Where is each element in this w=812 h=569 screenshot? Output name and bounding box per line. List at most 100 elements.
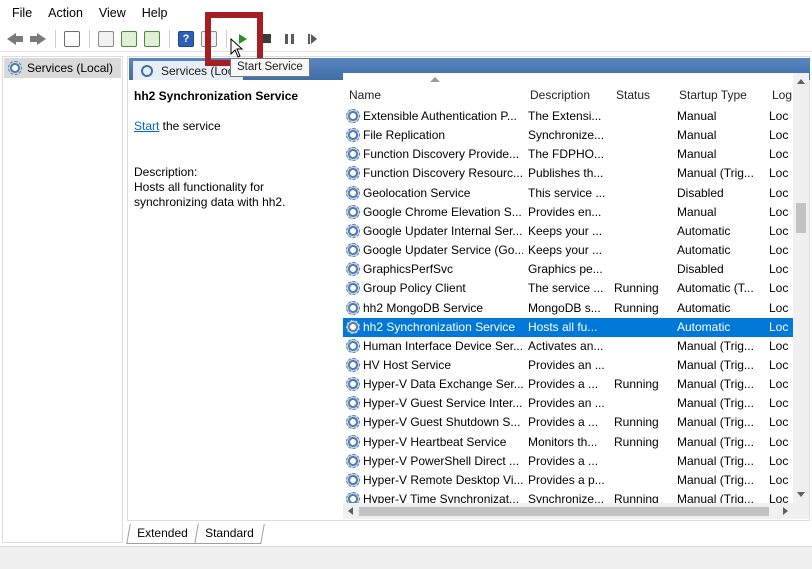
vertical-scrollbar[interactable] xyxy=(793,73,809,503)
service-name: Hyper-V Data Exchange Ser... xyxy=(363,377,523,392)
horizontal-scrollbar[interactable] xyxy=(343,503,793,519)
column-header-description[interactable]: Description xyxy=(530,88,590,102)
scroll-up-icon[interactable] xyxy=(797,79,805,84)
service-row[interactable]: Google Chrome Elevation S... Provides en.… xyxy=(343,203,793,222)
service-log-on-as: Loc xyxy=(769,185,789,200)
service-row[interactable]: Google Updater Service (Go... Keeps your … xyxy=(343,241,793,260)
service-row[interactable]: Hyper-V Remote Desktop Vi... Provides a p… xyxy=(343,471,793,490)
tree-item-services-local[interactable]: Services (Local) xyxy=(4,58,121,78)
service-row[interactable]: HV Host Service Provides an ... Manual (Tr… xyxy=(343,356,793,375)
service-row[interactable]: Geolocation Service This service ... Disab… xyxy=(343,184,793,203)
sort-ascending-icon xyxy=(430,77,440,82)
service-row[interactable]: Hyper-V Data Exchange Ser... Provides a .… xyxy=(343,375,793,394)
properties-button[interactable] xyxy=(95,28,117,50)
service-status: Running xyxy=(614,492,659,503)
service-name: Extensible Authentication P... xyxy=(363,109,517,123)
export-list-button[interactable] xyxy=(141,28,163,50)
column-header-log-on-as[interactable]: Log xyxy=(772,88,792,102)
service-startup-type: Manual (Trig... xyxy=(677,377,754,392)
start-service-line: Start the service xyxy=(134,119,330,133)
service-status: Running xyxy=(614,377,659,392)
forward-button[interactable] xyxy=(27,28,49,50)
service-gear-icon xyxy=(346,204,360,219)
service-startup-type: Manual (Trig... xyxy=(677,434,754,449)
status-bar xyxy=(0,546,812,569)
service-startup-type: Manual xyxy=(677,147,717,162)
service-row[interactable]: Function Discovery Provide... The FDPHO..… xyxy=(343,145,793,164)
service-name: Hyper-V Guest Shutdown S... xyxy=(363,415,521,430)
menu-view[interactable]: View xyxy=(91,0,134,26)
service-startup-type: Manual (Trig... xyxy=(677,472,754,487)
service-gear-icon xyxy=(346,281,360,296)
service-row[interactable]: Google Updater Internal Ser... Keeps your… xyxy=(343,222,793,241)
description-label: Description: xyxy=(134,165,198,179)
column-header-row: Name Description Status Startup Type Log xyxy=(343,73,793,103)
service-description: Provides en... xyxy=(528,204,602,219)
service-startup-type: Automatic xyxy=(677,243,731,258)
service-row[interactable]: Hyper-V Heartbeat Service Monitors th... R… xyxy=(343,433,793,452)
scroll-left-icon[interactable] xyxy=(348,507,353,515)
service-row[interactable]: File Replication Synchronize... Manual Loc xyxy=(343,126,793,145)
service-description: Graphics pe... xyxy=(528,262,603,277)
column-header-name[interactable]: Name xyxy=(349,88,381,102)
service-row[interactable]: GraphicsPerfSvc Graphics pe... Disabled Loc xyxy=(343,260,793,279)
service-name: Google Updater Service (Go... xyxy=(363,243,523,258)
menu-file[interactable]: File xyxy=(4,0,40,26)
refresh-button[interactable] xyxy=(118,28,140,50)
services-header-tab: Services (Loc xyxy=(133,61,243,80)
tab-standard[interactable]: Standard xyxy=(193,524,265,544)
start-service-link[interactable]: Start xyxy=(134,119,159,133)
service-description: Keeps your ... xyxy=(528,223,603,238)
stop-service-button[interactable] xyxy=(255,28,277,50)
service-description: Provides an ... xyxy=(528,357,605,372)
service-row[interactable]: hh2 Synchronization Service Hosts all fu.… xyxy=(343,317,793,337)
service-name: Google Updater Internal Ser... xyxy=(363,223,523,238)
service-row[interactable]: Hyper-V PowerShell Direct ... Provides a … xyxy=(343,452,793,471)
service-log-on-as: Loc xyxy=(769,147,789,162)
service-description: Synchronize... xyxy=(528,492,605,503)
service-gear-icon xyxy=(346,357,360,372)
service-status: Running xyxy=(614,300,659,315)
service-log-on-as: Loc xyxy=(769,262,789,277)
service-row[interactable]: Human Interface Device Ser... Activates a… xyxy=(343,337,793,356)
service-row[interactable]: Hyper-V Guest Service Inter... Provides a… xyxy=(343,394,793,413)
resume-service-button[interactable] xyxy=(301,28,323,50)
service-row[interactable]: Function Discovery Resourc... Publishes t… xyxy=(343,164,793,183)
service-row[interactable]: hh2 MongoDB Service MongoDB s... Running Au… xyxy=(343,299,793,318)
help-icon: ? xyxy=(178,30,194,47)
show-action-pane-button[interactable] xyxy=(198,28,220,50)
service-log-on-as: Loc xyxy=(769,492,789,503)
show-hide-console-tree-button[interactable] xyxy=(61,28,83,50)
pause-service-button[interactable] xyxy=(278,28,300,50)
service-row[interactable]: Group Policy Client The service ... Runnin… xyxy=(343,279,793,298)
service-startup-type: Manual (Trig... xyxy=(677,396,754,411)
vertical-scroll-thumb[interactable] xyxy=(796,203,806,233)
service-log-on-as: Loc xyxy=(769,415,789,430)
service-log-on-as: Loc xyxy=(769,377,789,392)
console-tree: Services (Local) xyxy=(2,56,123,543)
details-pane: Services (Loc hh2 Synchronization Servic… xyxy=(127,56,810,521)
service-row[interactable]: Extensible Authentication P... The Extens… xyxy=(343,107,793,126)
console-tree-icon xyxy=(64,30,80,47)
service-row[interactable]: Hyper-V Guest Shutdown S... Provides a ..… xyxy=(343,413,793,432)
service-name: hh2 MongoDB Service xyxy=(363,300,484,315)
service-gear-icon xyxy=(346,338,360,353)
service-status: Running xyxy=(614,434,659,449)
service-name: Hyper-V Heartbeat Service xyxy=(363,434,507,449)
horizontal-scroll-thumb[interactable] xyxy=(359,507,769,516)
tab-extended[interactable]: Extended xyxy=(126,524,199,544)
export-list-icon xyxy=(144,30,160,47)
column-header-startup-type[interactable]: Startup Type xyxy=(679,88,747,102)
service-log-on-as: Loc xyxy=(769,243,789,258)
menu-action[interactable]: Action xyxy=(40,0,91,26)
back-button[interactable] xyxy=(4,28,26,50)
menu-help[interactable]: Help xyxy=(134,0,176,26)
help-button[interactable]: ? xyxy=(175,28,197,50)
service-startup-type: Manual (Trig... xyxy=(677,415,754,430)
scroll-down-icon[interactable] xyxy=(797,492,805,497)
scroll-right-icon[interactable] xyxy=(783,507,788,515)
service-description: The Extensi... xyxy=(528,109,602,123)
service-row[interactable]: Hyper-V Time Synchronizat... Synchronize.… xyxy=(343,490,793,503)
column-header-status[interactable]: Status xyxy=(616,88,650,102)
service-gear-icon xyxy=(346,472,360,487)
